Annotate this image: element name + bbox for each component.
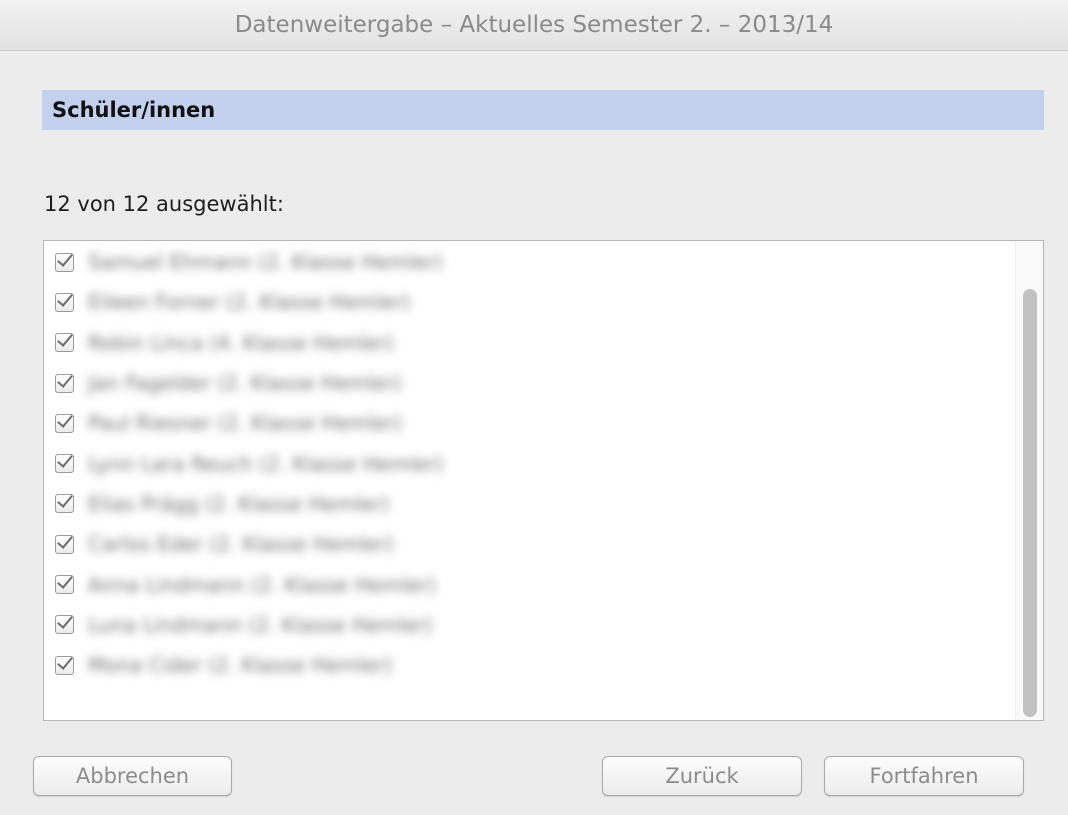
continue-button[interactable]: Fortfahren <box>824 756 1024 796</box>
student-name: Jan Fagelder (2. Klasse Hemler) <box>88 371 402 396</box>
student-list[interactable]: Samuel Ehmann (2. Klasse Hemler) Eileen F… <box>43 240 1044 721</box>
student-checkbox[interactable] <box>55 252 74 272</box>
section-title: Schüler/innen <box>52 98 216 122</box>
student-checkbox[interactable] <box>55 494 74 514</box>
section-header: Schüler/innen <box>42 90 1044 130</box>
selection-count-label: 12 von 12 ausgewählt: <box>44 192 284 216</box>
student-row[interactable]: Jan Fagelder (2. Klasse Hemler) <box>44 363 1015 403</box>
student-name: Mona Cider (2. Klasse Hemler) <box>88 653 393 678</box>
student-checkbox[interactable] <box>55 333 74 353</box>
student-row[interactable]: Mona Cider (2. Klasse Hemler) <box>44 645 1015 685</box>
student-name: Robin Linca (4. Klasse Hemler) <box>88 330 394 355</box>
student-name: Lynn Lara Reuch (2. Klasse Hemler) <box>88 451 444 476</box>
window-title: Datenweitergabe – Aktuelles Semester 2. … <box>234 12 834 38</box>
student-checkbox[interactable] <box>55 373 74 393</box>
student-row[interactable]: Elias Prägg (2. Klasse Hemler) <box>44 484 1015 524</box>
student-row[interactable]: Carlos Eder (2. Klasse Hemler) <box>44 524 1015 564</box>
student-list-rows: Samuel Ehmann (2. Klasse Hemler) Eileen F… <box>44 241 1015 685</box>
student-checkbox[interactable] <box>55 292 74 312</box>
back-button[interactable]: Zurück <box>602 756 802 796</box>
student-name: Anna Lindmann (2. Klasse Hemler) <box>88 572 436 597</box>
cancel-button[interactable]: Abbrechen <box>33 756 232 796</box>
student-name: Elias Prägg (2. Klasse Hemler) <box>88 491 390 516</box>
student-checkbox[interactable] <box>55 655 74 675</box>
student-row[interactable]: Lynn Lara Reuch (2. Klasse Hemler) <box>44 443 1015 483</box>
student-checkbox[interactable] <box>55 575 74 595</box>
student-row[interactable]: Anna Lindmann (2. Klasse Hemler) <box>44 564 1015 604</box>
student-row[interactable]: Robin Linca (4. Klasse Hemler) <box>44 323 1015 363</box>
student-row[interactable]: Paul Riesner (2. Klasse Hemler) <box>44 403 1015 443</box>
student-name: Eileen Forner (2. Klasse Hemler) <box>88 290 411 315</box>
scrollbar[interactable] <box>1015 241 1043 720</box>
student-row[interactable]: Luna Lindmann (2. Klasse Hemler) <box>44 605 1015 645</box>
scrollbar-thumb[interactable] <box>1023 289 1037 717</box>
window-titlebar: Datenweitergabe – Aktuelles Semester 2. … <box>0 0 1068 51</box>
student-row[interactable]: Samuel Ehmann (2. Klasse Hemler) <box>44 242 1015 282</box>
student-name: Paul Riesner (2. Klasse Hemler) <box>88 411 403 436</box>
student-checkbox[interactable] <box>55 534 74 554</box>
student-checkbox[interactable] <box>55 413 74 433</box>
student-name: Carlos Eder (2. Klasse Hemler) <box>88 532 394 557</box>
student-checkbox[interactable] <box>55 615 74 635</box>
student-name: Samuel Ehmann (2. Klasse Hemler) <box>88 250 443 275</box>
student-name: Luna Lindmann (2. Klasse Hemler) <box>88 612 433 637</box>
student-row[interactable]: Eileen Forner (2. Klasse Hemler) <box>44 282 1015 322</box>
student-checkbox[interactable] <box>55 454 74 474</box>
